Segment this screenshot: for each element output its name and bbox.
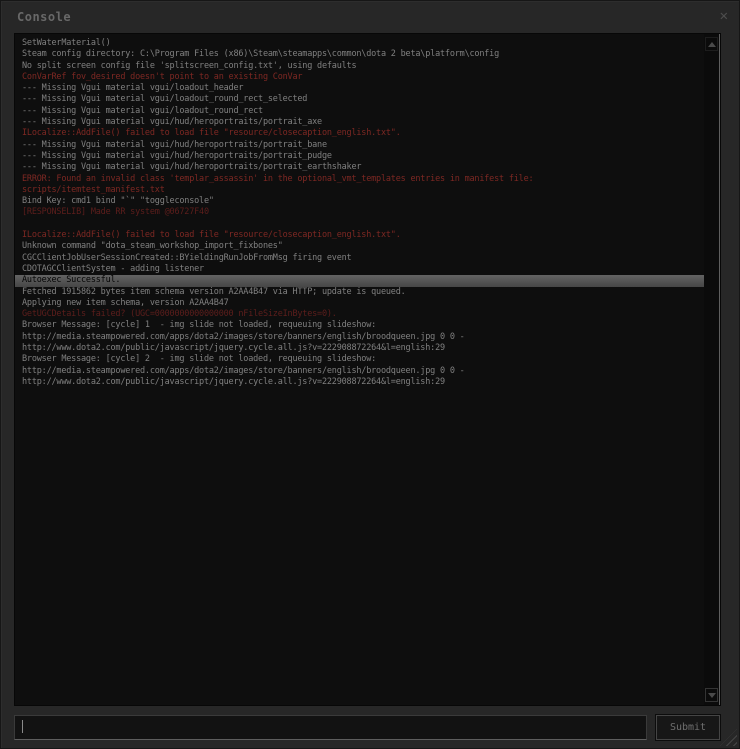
console-line: GetUGCDetails failed? (UGC=0000000000000…: [22, 309, 337, 320]
scrollbar[interactable]: [704, 34, 720, 705]
console-line: http://media.steampowered.com/apps/dota2…: [22, 331, 465, 342]
submit-button[interactable]: Submit: [656, 715, 720, 740]
console-line: --- Missing Vgui material vgui/hud/herop…: [22, 139, 327, 150]
scroll-up-button[interactable]: [705, 37, 718, 51]
console-output: SetWaterMaterial() Steam config directory…: [15, 34, 705, 705]
scroll-down-icon: [707, 692, 716, 698]
console-line: Browser Message: [cycle] 1 - img slide n…: [22, 320, 377, 331]
console-line: CGCClientJobUserSessionCreated::BYieldin…: [22, 252, 352, 263]
window-title: Console: [17, 10, 72, 24]
console-line: ERROR: Found an invalid class 'templar_a…: [22, 173, 534, 184]
console-line: CDOTAGCClientSystem - adding listener: [22, 263, 204, 274]
scroll-down-button[interactable]: [705, 688, 718, 702]
console-line: Fetched 1915862 bytes item schema versio…: [22, 286, 406, 297]
console-line: [RESPONSELIB] Made RR system @06727F40: [22, 207, 209, 218]
console-line: Bind Key: cmd1 bind "`" "toggleconsole": [22, 196, 214, 207]
close-icon[interactable]: ✕: [720, 8, 728, 24]
scroll-up-icon: [707, 41, 716, 47]
console-line: ILocalize::AddFile() failed to load file…: [22, 128, 401, 139]
console-line-highlighted: Autoexec Successful.: [15, 275, 705, 287]
console-line: Unknown command "dota_steam_workshop_imp…: [22, 241, 283, 252]
console-output-area: SetWaterMaterial() Steam config directory…: [14, 33, 721, 706]
console-line: --- Missing Vgui material vgui/hud/herop…: [22, 150, 332, 161]
resize-grip-icon[interactable]: [720, 729, 737, 746]
console-line: Steam config directory: C:\Program Files…: [22, 49, 499, 60]
console-line: --- Missing Vgui material vgui/loadout_r…: [22, 94, 308, 105]
console-line: scripts/itemtest_manifest.txt: [22, 184, 165, 195]
console-line: http://www.dota2.com/public/javascript/j…: [22, 343, 445, 354]
console-line: --- Missing Vgui material vgui/hud/herop…: [22, 162, 362, 173]
console-line: --- Missing Vgui material vgui/loadout_r…: [22, 105, 263, 116]
titlebar[interactable]: Console ✕: [1, 1, 739, 32]
console-line: SetWaterMaterial(): [22, 38, 111, 48]
console-line: Applying new item schema, version A2AA4B…: [22, 297, 229, 308]
console-line: ConVarRef fov_desired doesn't point to a…: [22, 71, 303, 82]
console-line: --- Missing Vgui material vgui/hud/herop…: [22, 117, 322, 128]
console-line: ILocalize::AddFile() failed to load file…: [22, 230, 401, 241]
console-line: --- Missing Vgui material vgui/loadout_h…: [22, 83, 244, 94]
console-line: http://www.dota2.com/public/javascript/j…: [22, 376, 445, 387]
console-line: Browser Message: [cycle] 2 - img slide n…: [22, 354, 377, 365]
command-input[interactable]: [14, 715, 647, 740]
console-line: http://media.steampowered.com/apps/dota2…: [22, 365, 465, 376]
console-window: Console ✕ SetWaterMaterial() Steam config…: [0, 0, 740, 749]
console-line: No split screen config file 'splitscreen…: [22, 60, 357, 71]
